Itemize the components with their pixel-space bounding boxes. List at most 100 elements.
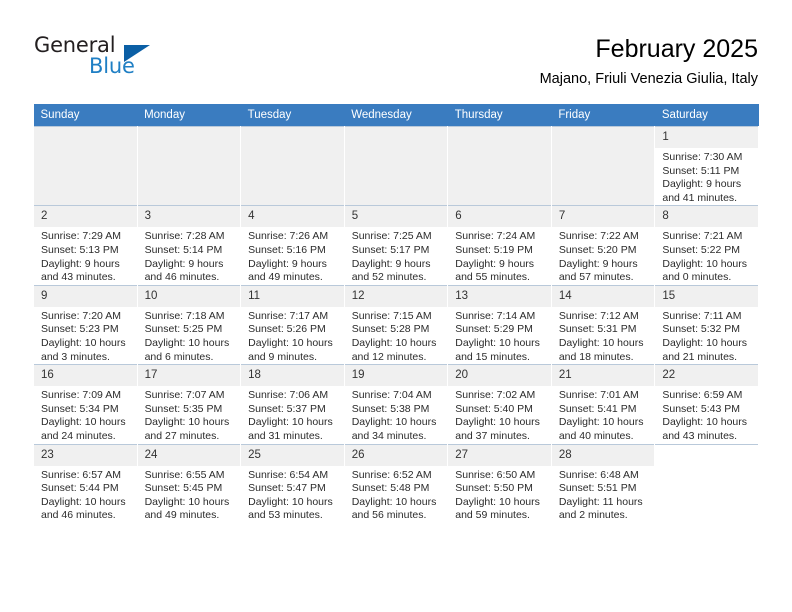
calendar-day-cell[interactable]: 5 Sunrise: 7:25 AM Sunset: 5:17 PM Daylight…: [343, 205, 449, 286]
day-number: 24: [137, 444, 241, 466]
daylight-text-line1: Daylight: 10 hours: [41, 416, 126, 429]
day-cell-inner: 23 Sunrise: 6:57 AM Sunset: 5:44 PM Dayligh…: [34, 444, 137, 523]
sunrise-text: Sunrise: 7:29 AM: [41, 230, 121, 243]
sunset-text: Sunset: 5:23 PM: [41, 323, 119, 336]
day-number: 18: [241, 365, 344, 387]
sunrise-text: Sunrise: 7:06 AM: [248, 389, 329, 402]
daylight-text-line1: Daylight: 10 hours: [41, 495, 126, 508]
calendar-day-cell[interactable]: 11 Sunrise: 7:17 AM Sunset: 5:26 PM Dayligh…: [240, 284, 345, 365]
day-cell-inner: 28 Sunrise: 6:48 AM Sunset: 5:51 PM Dayligh…: [551, 444, 655, 523]
day-details: Sunrise: 7:14 AM Sunset: 5:29 PM Daylight:…: [448, 307, 551, 364]
calendar-day-cell[interactable]: 26 Sunrise: 6:52 AM Sunset: 5:48 PM Dayligh…: [343, 443, 449, 523]
sunrise-text: Sunrise: 7:17 AM: [248, 309, 329, 322]
calendar-week-row: 9 Sunrise: 7:20 AM Sunset: 5:23 PM Daylight…: [33, 284, 759, 365]
calendar-day-cell[interactable]: 24 Sunrise: 6:55 AM Sunset: 5:45 PM Dayligh…: [136, 443, 242, 523]
daylight-text-line1: Daylight: 9 hours: [662, 178, 742, 191]
day-number: 19: [344, 365, 448, 387]
sunrise-text: Sunrise: 7:14 AM: [455, 309, 536, 322]
calendar-day-cell[interactable]: 7 Sunrise: 7:22 AM Sunset: 5:20 PM Daylight…: [550, 205, 656, 286]
title-block: February 2025 Majano, Friuli Venezia Giu…: [540, 33, 758, 90]
sunset-text: Sunset: 5:47 PM: [248, 482, 326, 495]
calendar-day-cell[interactable]: 2 Sunrise: 7:29 AM Sunset: 5:13 PM Daylight…: [33, 205, 138, 286]
day-number: 22: [655, 365, 758, 387]
calendar-day-cell[interactable]: 13 Sunrise: 7:14 AM Sunset: 5:29 PM Dayligh…: [447, 284, 552, 365]
day-number: 26: [344, 444, 448, 466]
sunset-text: Sunset: 5:22 PM: [662, 243, 741, 256]
day-details: Sunrise: 7:15 AM Sunset: 5:28 PM Daylight:…: [345, 307, 448, 364]
calendar-day-cell[interactable]: 19 Sunrise: 7:04 AM Sunset: 5:38 PM Dayligh…: [343, 364, 449, 444]
daylight-text-line2: and 46 minutes.: [144, 271, 220, 284]
calendar-cell-empty: [343, 125, 449, 206]
day-number: 13: [448, 285, 551, 307]
sunset-text: Sunset: 5:29 PM: [455, 323, 533, 336]
day-cell-inner: 27 Sunrise: 6:50 AM Sunset: 5:50 PM Dayligh…: [448, 444, 551, 523]
daylight-text-line2: and 52 minutes.: [351, 271, 427, 284]
sunset-text: Sunset: 5:34 PM: [41, 402, 119, 415]
calendar-page: General Blue February 2025 Majano, Friul…: [0, 0, 792, 612]
daylight-text-line1: Daylight: 9 hours: [144, 257, 224, 270]
sunrise-text: Sunrise: 7:30 AM: [662, 151, 743, 163]
sunrise-text: Sunrise: 7:18 AM: [144, 309, 225, 322]
sunset-text: Sunset: 5:38 PM: [351, 402, 430, 415]
calendar-day-cell[interactable]: 8 Sunrise: 7:21 AM Sunset: 5:22 PM Daylight…: [654, 205, 759, 286]
daylight-text-line2: and 53 minutes.: [248, 509, 323, 522]
sunset-text: Sunset: 5:17 PM: [351, 243, 430, 256]
calendar-cell-empty: [550, 125, 656, 206]
day-cell-inner: 18 Sunrise: 7:06 AM Sunset: 5:37 PM Dayligh…: [241, 365, 344, 443]
daylight-text-line1: Daylight: 10 hours: [455, 336, 540, 349]
calendar-day-cell[interactable]: 9 Sunrise: 7:20 AM Sunset: 5:23 PM Daylight…: [33, 284, 138, 365]
calendar-week-row: 23 Sunrise: 6:57 AM Sunset: 5:44 PM Dayligh…: [33, 443, 759, 523]
daylight-text-line2: and 49 minutes.: [248, 271, 323, 284]
day-number: 8: [655, 206, 758, 228]
sunset-text: Sunset: 5:41 PM: [558, 402, 637, 415]
calendar-day-cell[interactable]: 1 Sunrise: 7:30 AM Sunset: 5:11 PM Daylight…: [654, 125, 759, 206]
calendar-day-cell[interactable]: 10 Sunrise: 7:18 AM Sunset: 5:25 PM Dayligh…: [136, 284, 242, 365]
calendar-day-cell[interactable]: 4 Sunrise: 7:26 AM Sunset: 5:16 PM Daylight…: [240, 205, 345, 286]
sunrise-text: Sunrise: 6:57 AM: [41, 468, 121, 481]
daylight-text-line1: Daylight: 10 hours: [351, 495, 437, 508]
daylight-text-line1: Daylight: 10 hours: [144, 336, 230, 349]
day-number: 17: [137, 365, 241, 387]
day-details: Sunrise: 7:09 AM Sunset: 5:34 PM Daylight:…: [34, 386, 137, 443]
daylight-text-line2: and 40 minutes.: [558, 429, 634, 442]
day-details: Sunrise: 7:22 AM Sunset: 5:20 PM Daylight:…: [552, 227, 655, 284]
calendar-day-cell[interactable]: 16 Sunrise: 7:09 AM Sunset: 5:34 PM Dayligh…: [33, 364, 138, 444]
day-details: Sunrise: 7:02 AM Sunset: 5:40 PM Daylight:…: [448, 386, 551, 443]
day-details: Sunrise: 7:21 AM Sunset: 5:22 PM Daylight:…: [655, 227, 758, 284]
day-number: 14: [551, 285, 655, 307]
calendar-week-row: 2 Sunrise: 7:29 AM Sunset: 5:13 PM Daylight…: [33, 205, 759, 286]
calendar-day-cell[interactable]: 27 Sunrise: 6:50 AM Sunset: 5:50 PM Dayligh…: [447, 443, 552, 523]
day-number: 2: [34, 206, 137, 228]
calendar-day-cell[interactable]: 17 Sunrise: 7:07 AM Sunset: 5:35 PM Dayligh…: [136, 364, 242, 444]
day-cell-inner: 21 Sunrise: 7:01 AM Sunset: 5:41 PM Dayligh…: [551, 365, 655, 443]
day-number: 1: [655, 127, 758, 148]
sunset-text: Sunset: 5:13 PM: [41, 243, 119, 256]
calendar-day-cell[interactable]: 12 Sunrise: 7:15 AM Sunset: 5:28 PM Dayligh…: [343, 284, 449, 365]
daylight-text-line1: Daylight: 10 hours: [248, 495, 333, 508]
brand-logo[interactable]: General Blue: [34, 33, 234, 89]
calendar-day-cell[interactable]: 28 Sunrise: 6:48 AM Sunset: 5:51 PM Dayligh…: [550, 443, 656, 523]
day-number: 4: [241, 206, 344, 228]
daylight-text-line2: and 3 minutes.: [41, 350, 110, 363]
empty-cell-inner: [344, 127, 448, 204]
calendar-day-cell[interactable]: 23 Sunrise: 6:57 AM Sunset: 5:44 PM Dayligh…: [33, 443, 138, 523]
calendar-day-cell[interactable]: 15 Sunrise: 7:11 AM Sunset: 5:32 PM Dayligh…: [654, 284, 759, 365]
calendar-day-cell[interactable]: 3 Sunrise: 7:28 AM Sunset: 5:14 PM Daylight…: [136, 205, 242, 286]
day-details: Sunrise: 7:12 AM Sunset: 5:31 PM Daylight:…: [552, 307, 655, 364]
day-number: 21: [551, 365, 655, 387]
calendar-day-cell[interactable]: 20 Sunrise: 7:02 AM Sunset: 5:40 PM Dayligh…: [447, 364, 552, 444]
calendar-day-cell[interactable]: 14 Sunrise: 7:12 AM Sunset: 5:31 PM Dayligh…: [550, 284, 656, 365]
calendar-day-cell[interactable]: 22 Sunrise: 6:59 AM Sunset: 5:43 PM Dayligh…: [654, 364, 759, 444]
day-cell-inner: 5 Sunrise: 7:25 AM Sunset: 5:17 PM Daylight…: [344, 206, 448, 284]
sunset-text: Sunset: 5:20 PM: [558, 243, 637, 256]
sunrise-text: Sunrise: 7:24 AM: [455, 230, 536, 243]
sunset-text: Sunset: 5:44 PM: [41, 482, 119, 495]
daylight-text-line2: and 46 minutes.: [41, 509, 116, 522]
calendar-day-cell[interactable]: 21 Sunrise: 7:01 AM Sunset: 5:41 PM Dayligh…: [550, 364, 656, 444]
calendar-day-cell[interactable]: 18 Sunrise: 7:06 AM Sunset: 5:37 PM Dayligh…: [240, 364, 345, 444]
page-header: General Blue February 2025 Majano, Friul…: [34, 33, 758, 95]
calendar-day-cell[interactable]: 25 Sunrise: 6:54 AM Sunset: 5:47 PM Dayligh…: [240, 443, 345, 523]
calendar-day-cell[interactable]: 6 Sunrise: 7:24 AM Sunset: 5:19 PM Daylight…: [447, 205, 552, 286]
empty-cell-inner: [655, 444, 758, 523]
day-number: 28: [551, 444, 655, 466]
